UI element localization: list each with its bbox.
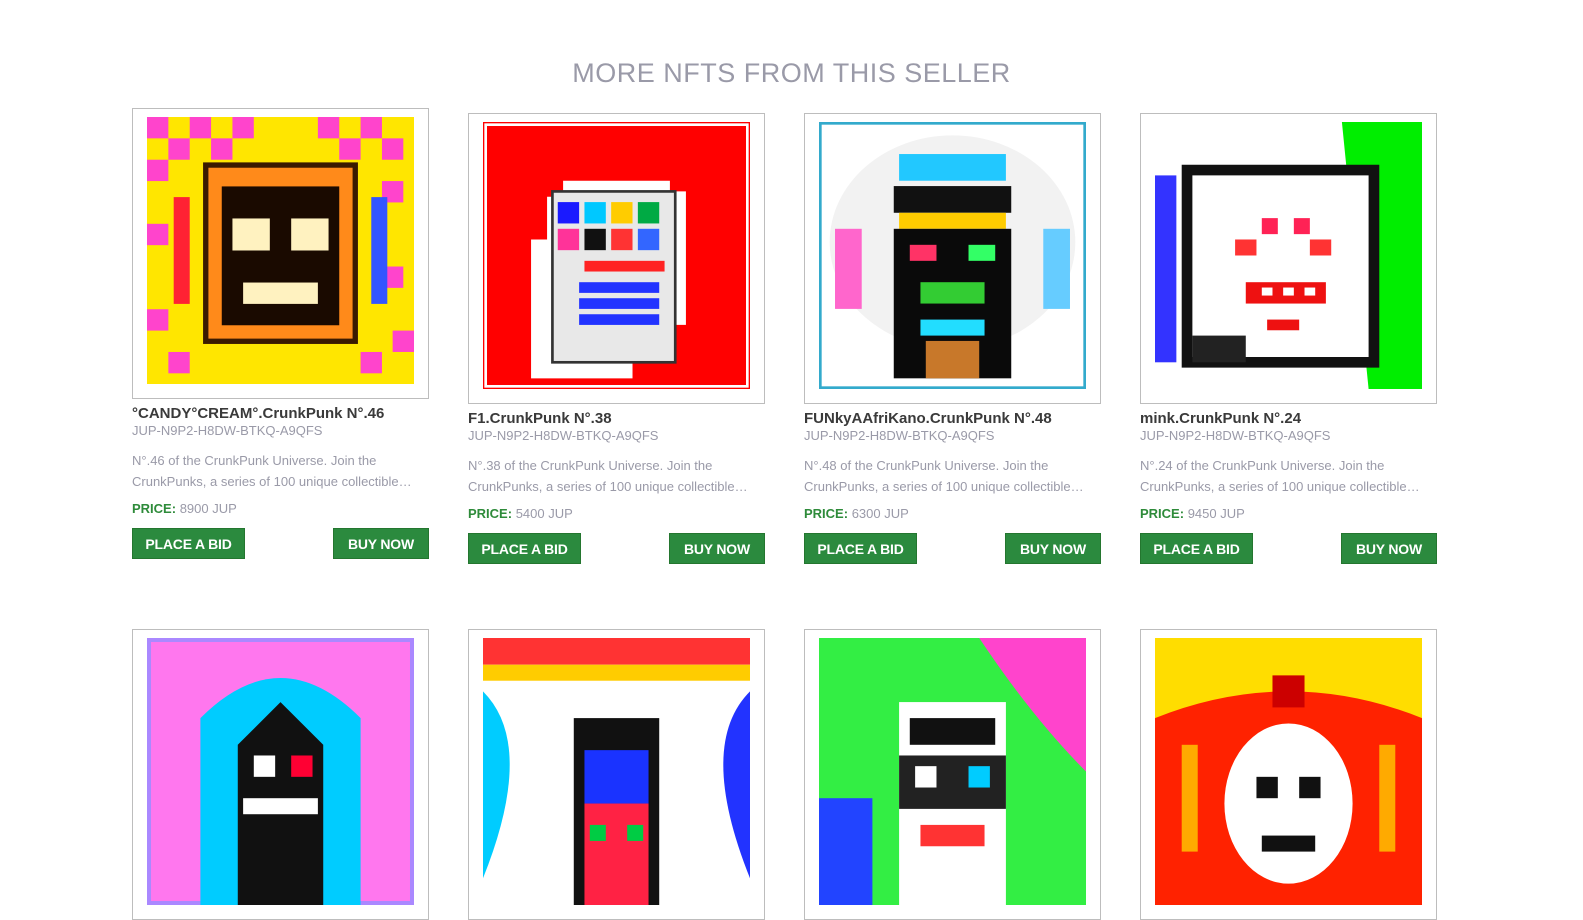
- nft-artwork-image: [1155, 122, 1422, 389]
- nft-price: PRICE: 8900 JUP: [132, 500, 429, 518]
- nft-actions: PLACE A BID BUY NOW: [132, 528, 429, 559]
- nft-description: N°.38 of the CrunkPunk Universe. Join th…: [468, 458, 735, 494]
- section-title: MORE NFTS FROM THIS SELLER: [572, 58, 1011, 88]
- nft-owner-account: JUP-N9P2-H8DW-BTKQ-A9QFS: [1140, 428, 1331, 443]
- nft-card: F1.CrunkPunk N°.38 JUP-N9P2-H8DW-BTKQ-A9…: [468, 113, 765, 564]
- nft-description: N°.24 of the CrunkPunk Universe. Join th…: [1140, 458, 1407, 494]
- nft-artwork-image: [1155, 638, 1422, 905]
- nft-artwork-image: [147, 638, 414, 905]
- nft-owner-account: JUP-N9P2-H8DW-BTKQ-A9QFS: [468, 428, 659, 443]
- nft-card: °CANDY°CREAM°.CrunkPunk N°.46 JUP-N9P2-H…: [132, 108, 429, 559]
- nft-artwork-image: [819, 122, 1086, 389]
- nft-thumbnail[interactable]: [1140, 629, 1437, 920]
- nft-price: PRICE: 9450 JUP: [1140, 505, 1437, 523]
- nft-thumbnail[interactable]: [468, 629, 765, 920]
- price-label: PRICE:: [1140, 506, 1185, 521]
- nft-actions: PLACE A BID BUY NOW: [1140, 533, 1437, 564]
- buy-now-button[interactable]: BUY NOW: [1005, 533, 1101, 564]
- nft-description: N°.46 of the CrunkPunk Universe. Join th…: [132, 453, 399, 489]
- nft-owner-account: JUP-N9P2-H8DW-BTKQ-A9QFS: [132, 423, 323, 438]
- nft-thumbnail[interactable]: [132, 629, 429, 920]
- nft-card: mink.CrunkPunk N°.24 JUP-N9P2-H8DW-BTKQ-…: [1140, 113, 1437, 564]
- nft-owner-account: JUP-N9P2-H8DW-BTKQ-A9QFS: [804, 428, 995, 443]
- place-bid-button[interactable]: PLACE A BID: [1140, 533, 1253, 564]
- nft-name[interactable]: F1.CrunkPunk N°.38: [468, 410, 765, 427]
- nft-actions: PLACE A BID BUY NOW: [804, 533, 1101, 564]
- nft-name[interactable]: °CANDY°CREAM°.CrunkPunk N°.46: [132, 405, 429, 422]
- nft-artwork-image: [483, 638, 750, 905]
- nft-card: [468, 629, 765, 920]
- price-value: 6300 JUP: [851, 506, 909, 521]
- place-bid-button[interactable]: PLACE A BID: [132, 528, 245, 559]
- nft-card: [804, 629, 1101, 920]
- nft-name[interactable]: FUNkyAAfriKano.CrunkPunk N°.48: [804, 410, 1101, 427]
- buy-now-button[interactable]: BUY NOW: [669, 533, 765, 564]
- nft-artwork-image: [483, 122, 750, 389]
- nft-description: N°.48 of the CrunkPunk Universe. Join th…: [804, 458, 1071, 494]
- price-label: PRICE:: [468, 506, 513, 521]
- nft-card: [1140, 629, 1437, 920]
- place-bid-button[interactable]: PLACE A BID: [468, 533, 581, 564]
- buy-now-button[interactable]: BUY NOW: [1341, 533, 1437, 564]
- nft-artwork-image: [819, 638, 1086, 905]
- nft-thumbnail[interactable]: [468, 113, 765, 404]
- price-label: PRICE:: [804, 506, 849, 521]
- nft-thumbnail[interactable]: [804, 629, 1101, 920]
- nft-name[interactable]: mink.CrunkPunk N°.24: [1140, 410, 1437, 427]
- place-bid-button[interactable]: PLACE A BID: [804, 533, 917, 564]
- price-label: PRICE:: [132, 501, 177, 516]
- nft-thumbnail[interactable]: [1140, 113, 1437, 404]
- price-value: 5400 JUP: [515, 506, 573, 521]
- nft-artwork-image: [147, 117, 414, 384]
- nft-actions: PLACE A BID BUY NOW: [468, 533, 765, 564]
- price-value: 8900 JUP: [179, 501, 237, 516]
- buy-now-button[interactable]: BUY NOW: [333, 528, 429, 559]
- price-value: 9450 JUP: [1187, 506, 1245, 521]
- nft-card: [132, 629, 429, 920]
- nft-thumbnail[interactable]: [804, 113, 1101, 404]
- nft-price: PRICE: 5400 JUP: [468, 505, 765, 523]
- nft-card: FUNkyAAfriKano.CrunkPunk N°.48 JUP-N9P2-…: [804, 113, 1101, 564]
- nft-thumbnail[interactable]: [132, 108, 429, 399]
- nft-price: PRICE: 6300 JUP: [804, 505, 1101, 523]
